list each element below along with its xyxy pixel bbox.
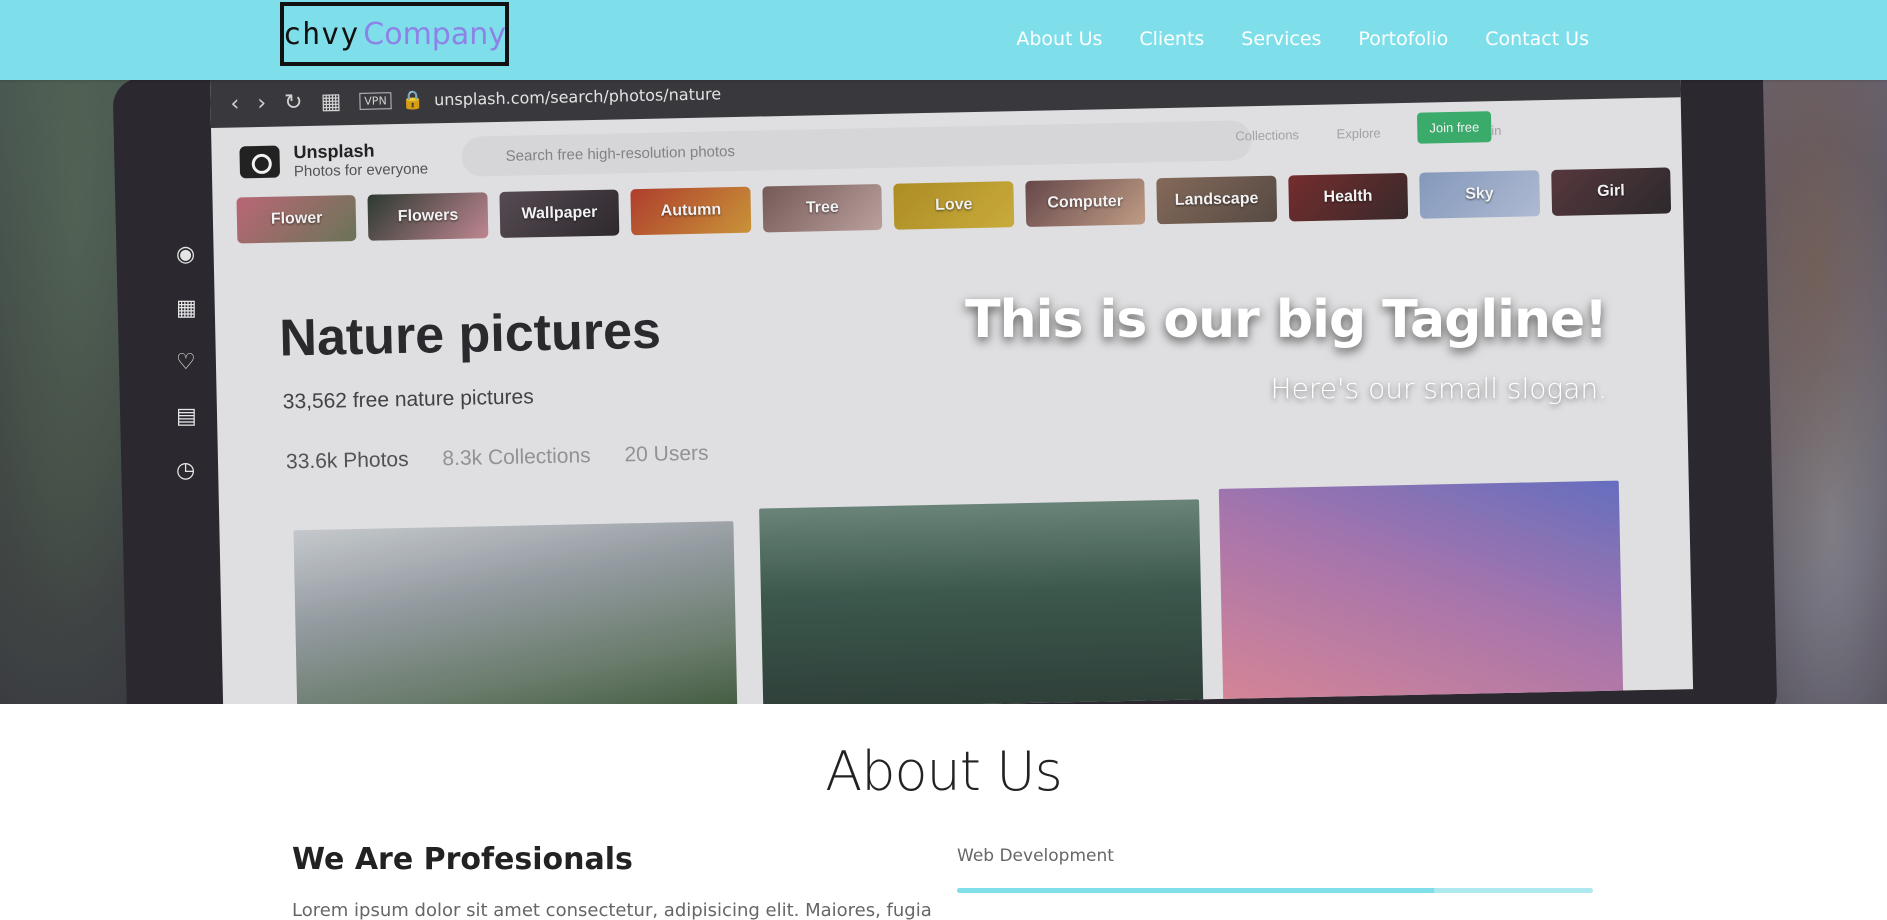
navbar: chvy Company About Us Clients Services P…: [0, 0, 1887, 80]
logo-text-part2: Company: [363, 16, 506, 52]
logo[interactable]: chvy Company: [280, 2, 509, 66]
nav-links: About Us Clients Services Portofolio Con…: [979, 28, 1589, 50]
hero-banner: ◉ ▦ ♡ ▤ ◷ ‹ › ↻ ▦ VPN 🔒 unsplash.com/sea…: [0, 80, 1887, 704]
skill-label: Web Development: [957, 846, 1114, 866]
nav-link-clients[interactable]: Clients: [1139, 28, 1204, 50]
nav-link-contact-us[interactable]: Contact Us: [1485, 28, 1589, 50]
nav-link-portofolio[interactable]: Portofolio: [1358, 28, 1448, 50]
skill-progress-fill: [957, 888, 1434, 893]
hero-slogan: Here's our small slogan.: [1270, 372, 1607, 405]
about-heading: About Us: [825, 740, 1062, 803]
logo-text-part1: chvy: [283, 16, 360, 52]
skill-progress-bar: [957, 888, 1593, 893]
nav-link-about-us[interactable]: About Us: [1016, 28, 1102, 50]
hero-tagline: This is our big Tagline!: [965, 290, 1608, 350]
about-text: Lorem ipsum dolor sit amet consectetur, …: [292, 900, 932, 920]
about-subheading: We Are Profesionals: [292, 842, 633, 877]
nav-link-services[interactable]: Services: [1241, 28, 1321, 50]
